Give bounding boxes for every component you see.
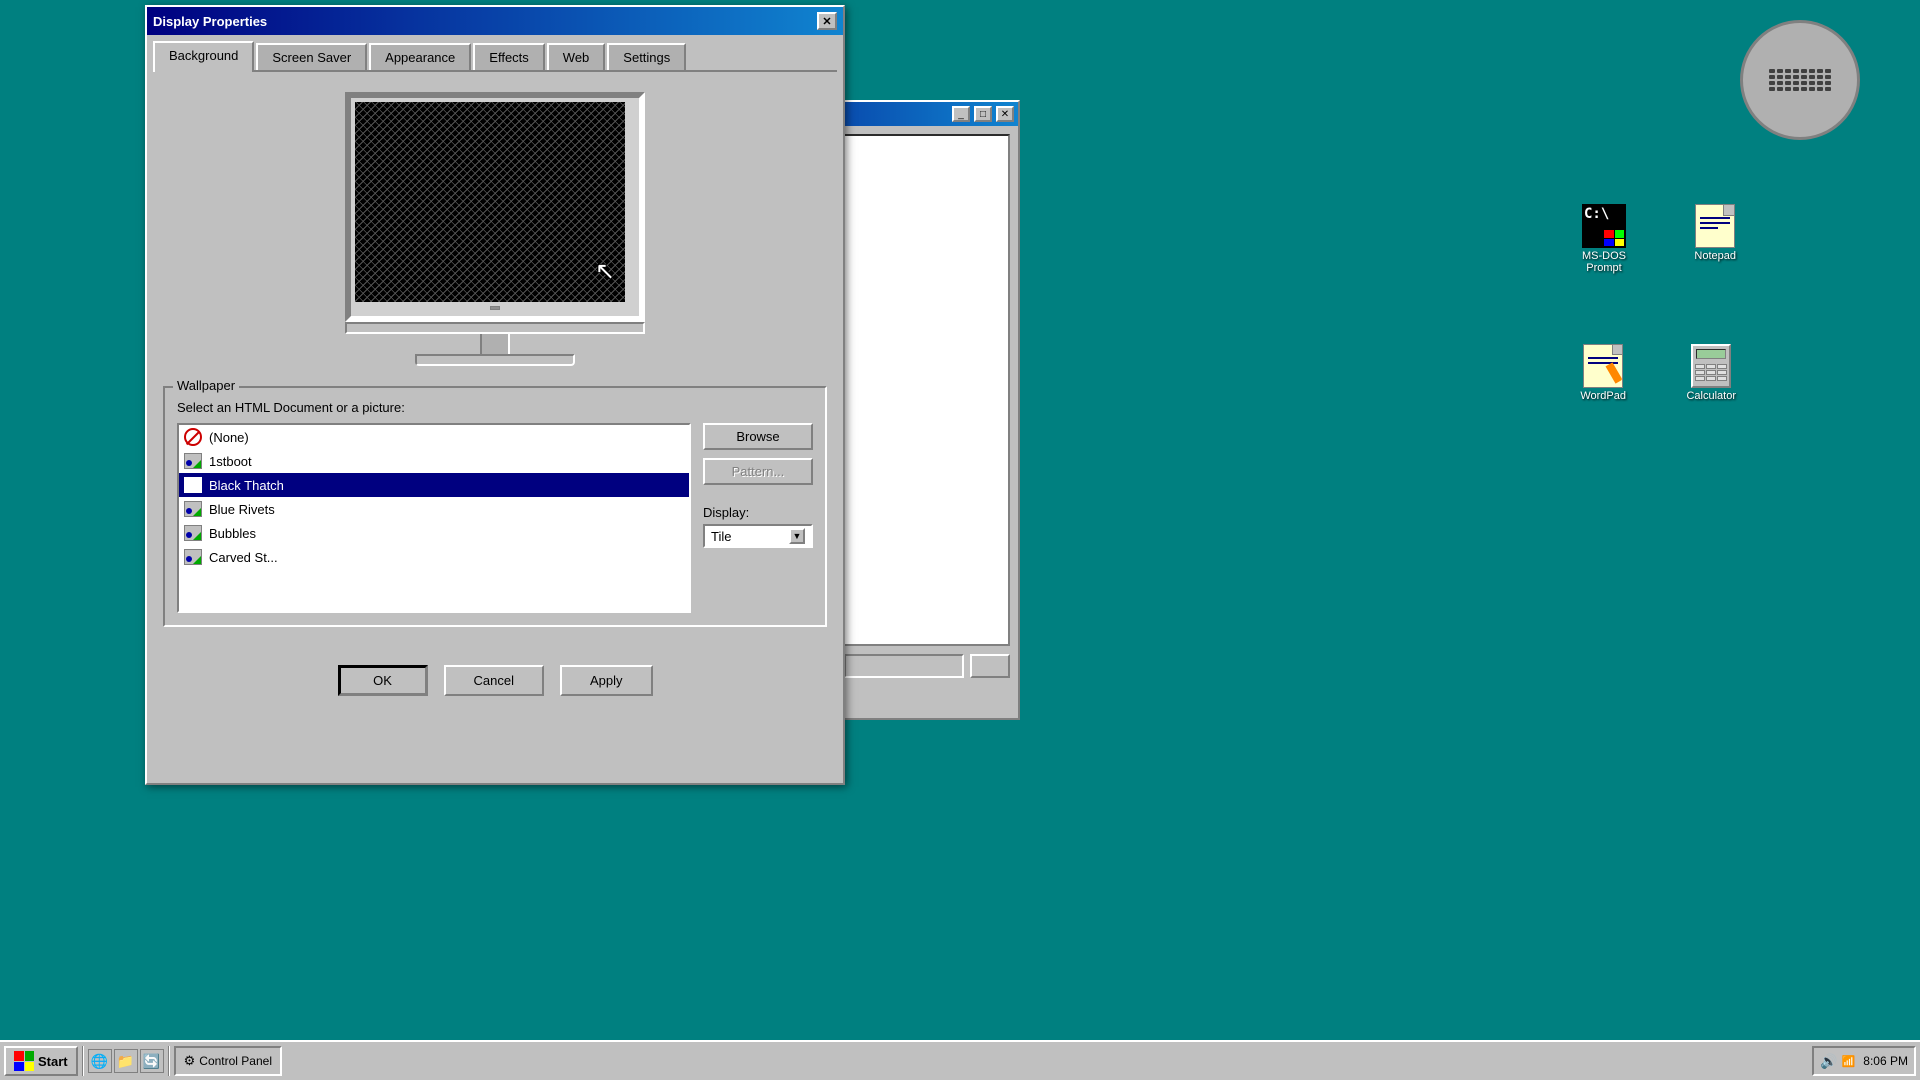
- wallpaper-group-label: Wallpaper: [173, 378, 239, 393]
- tab-background[interactable]: Background: [153, 41, 254, 72]
- list-item-selected[interactable]: Black Thatch: [179, 473, 689, 497]
- list-item[interactable]: Carved St...: [179, 545, 689, 569]
- dialog-content: ↖ Wallpaper Select an HTML Document or a…: [147, 72, 843, 641]
- list-item[interactable]: (None): [179, 425, 689, 449]
- start-button[interactable]: Start: [4, 1046, 78, 1076]
- picture-icon: [183, 523, 203, 543]
- update-icon[interactable]: 🔄: [140, 1049, 164, 1073]
- wallpaper-list[interactable]: (None) 1stboot: [179, 425, 689, 611]
- msdos-desktop-icon[interactable]: C:\ MS-DOS Prompt: [1578, 200, 1630, 278]
- display-section: Display: Tile ▼: [703, 505, 813, 548]
- wallpaper-list-container: (None) 1stboot: [177, 423, 691, 613]
- none-icon: [183, 427, 203, 447]
- apply-button[interactable]: Apply: [560, 665, 653, 696]
- dialog-tabs: Background Screen Saver Appearance Effec…: [147, 35, 843, 70]
- keyboard-icon: [1740, 20, 1860, 140]
- start-label: Start: [38, 1054, 68, 1069]
- folder-icon[interactable]: 📁: [114, 1049, 138, 1073]
- monitor-screen: ↖: [355, 102, 625, 302]
- bg-win-close[interactable]: ✕: [996, 106, 1014, 122]
- ok-button[interactable]: OK: [338, 665, 428, 696]
- picture-icon: [183, 499, 203, 519]
- dialog-footer: OK Cancel Apply: [147, 649, 843, 712]
- wallpaper-description: Select an HTML Document or a picture:: [177, 400, 813, 415]
- notepad-desktop-icon[interactable]: Notepad: [1690, 200, 1740, 266]
- clock: 8:06 PM: [1863, 1054, 1908, 1068]
- display-select[interactable]: Tile ▼: [703, 524, 813, 548]
- list-item[interactable]: Bubbles: [179, 521, 689, 545]
- dialog-title: Display Properties: [153, 14, 813, 29]
- list-item[interactable]: Blue Rivets: [179, 497, 689, 521]
- tab-effects[interactable]: Effects: [473, 43, 545, 70]
- quick-launch: 🌐 📁 🔄: [88, 1049, 164, 1073]
- wordpad-desktop-icon[interactable]: WordPad: [1576, 340, 1630, 406]
- tab-web[interactable]: Web: [547, 43, 606, 70]
- bg-win-minimize[interactable]: _: [952, 106, 970, 122]
- calc-desktop-icon[interactable]: Calculator: [1682, 340, 1740, 406]
- browse-button[interactable]: Browse: [703, 423, 813, 450]
- dialog-titlebar: Display Properties ✕: [147, 7, 843, 35]
- control-panel-icon-small: ⚙: [184, 1053, 196, 1069]
- picture-icon: [183, 547, 203, 567]
- desktop: _ □ ✕ Save Notepad: [0, 0, 1920, 1080]
- taskbar-window-item[interactable]: ⚙ Control Panel: [174, 1046, 282, 1076]
- wallpaper-row: (None) 1stboot: [177, 423, 813, 613]
- taskbar-divider2: [168, 1046, 170, 1076]
- tab-screensaver[interactable]: Screen Saver: [256, 43, 367, 70]
- wallpaper-group: Wallpaper Select an HTML Document or a p…: [163, 386, 827, 627]
- taskbar-divider: [82, 1046, 84, 1076]
- list-item[interactable]: 1stboot: [179, 449, 689, 473]
- picture-icon: [183, 451, 203, 471]
- taskbar-item-label: Control Panel: [199, 1054, 272, 1068]
- wallpaper-preview: [355, 102, 625, 302]
- display-label: Display:: [703, 505, 813, 520]
- windows-logo: [14, 1051, 34, 1071]
- cancel-button[interactable]: Cancel: [444, 665, 544, 696]
- bg-win-restore[interactable]: □: [974, 106, 992, 122]
- system-tray: 🔊 📶 8:06 PM: [1812, 1046, 1916, 1076]
- taskbar: Start 🌐 📁 🔄 ⚙ Control Panel 🔊 📶 8:06 PM: [0, 1040, 1920, 1080]
- volume-icon[interactable]: 🔊: [1820, 1053, 1837, 1070]
- picture-icon-selected: [183, 475, 203, 495]
- select-arrow-icon[interactable]: ▼: [789, 528, 805, 544]
- tab-settings[interactable]: Settings: [607, 43, 686, 70]
- ie-icon[interactable]: 🌐: [88, 1049, 112, 1073]
- pattern-button[interactable]: Pattern...: [703, 458, 813, 485]
- tab-appearance[interactable]: Appearance: [369, 43, 471, 70]
- dialog-close-button[interactable]: ✕: [817, 12, 837, 30]
- network-icon: 📶: [1842, 1055, 1856, 1068]
- display-properties-dialog: Display Properties ✕ Background Screen S…: [145, 5, 845, 785]
- wallpaper-buttons: Browse Pattern... Display: Tile ▼: [703, 423, 813, 613]
- monitor-preview: ↖: [163, 82, 827, 382]
